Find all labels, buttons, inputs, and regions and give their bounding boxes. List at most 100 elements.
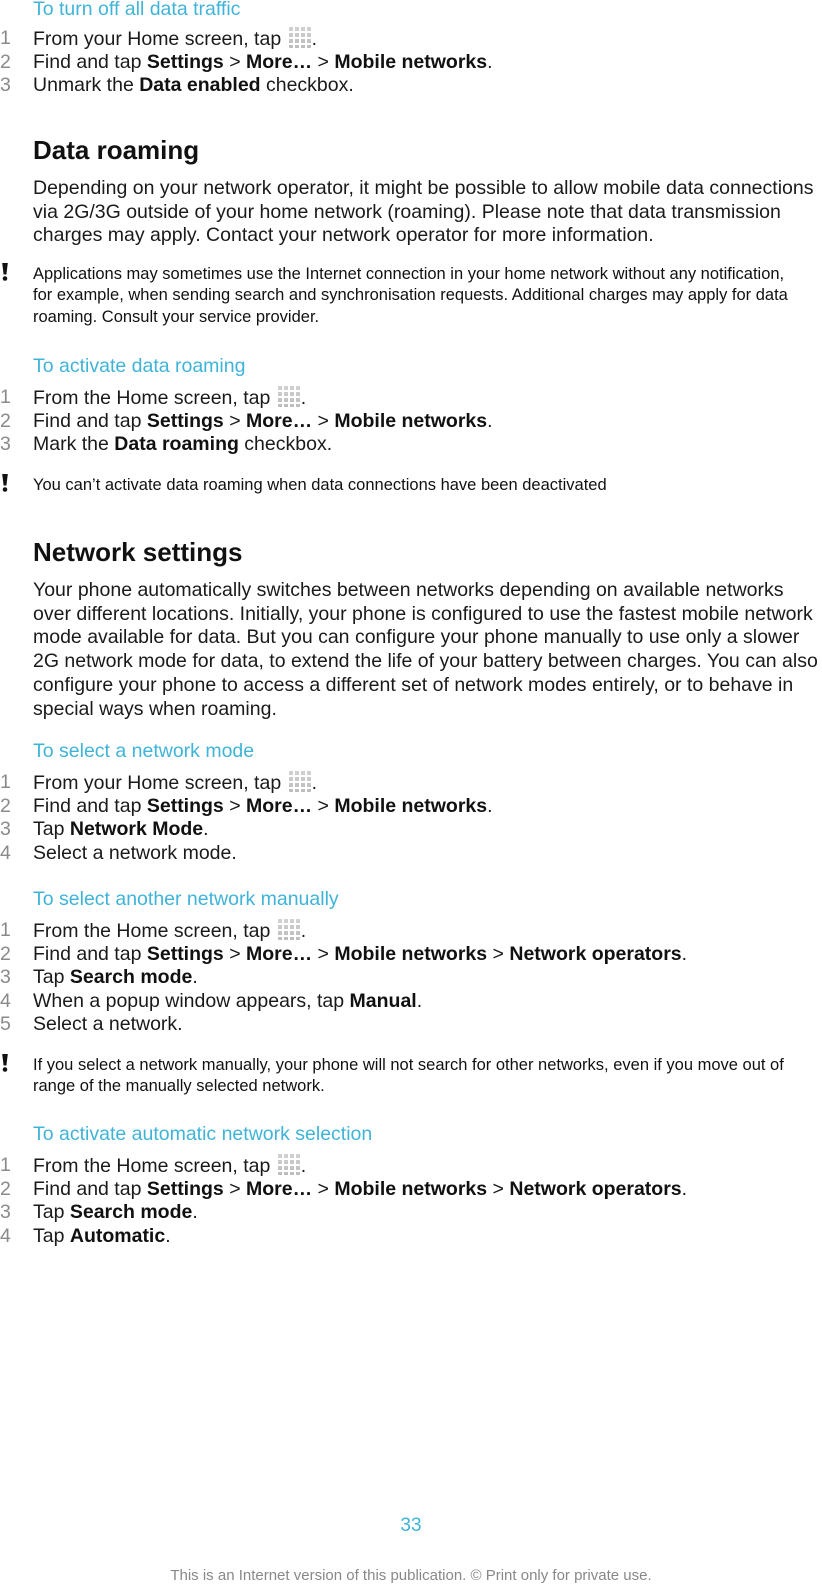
step-item: 2 Find and tap Settings > More… > Mobile … (0, 1178, 822, 1202)
step-number: 3 (0, 433, 11, 455)
exclamation-icon (2, 474, 8, 492)
ui-term: Automatic (69, 1224, 166, 1247)
steps-automatic-network-selection: 1 From the Home screen, tap . 2 Find and ta… (0, 1154, 822, 1248)
ui-term: Data enabled (139, 74, 261, 96)
ui-term: More… (246, 409, 313, 432)
step-item: 1 From the Home screen, tap . (0, 386, 822, 410)
step-number: 3 (0, 1201, 11, 1223)
step-number: 2 (0, 409, 11, 432)
ui-term: Network Mode (69, 818, 204, 840)
ui-term: Network operators (509, 942, 682, 965)
step-text: Tap Automatic. (33, 1224, 171, 1247)
ui-term: Mobile networks (334, 1177, 488, 1200)
step-number: 3 (0, 818, 11, 840)
step-text: Select a network mode. (33, 841, 237, 864)
page-number: 33 (400, 1515, 422, 1536)
step-text: Find and tap Settings > More… > Mobile n… (33, 50, 493, 73)
step-number: 1 (0, 27, 11, 49)
footer-notice: This is an Internet version of this publ… (170, 1567, 652, 1584)
ui-term: Mobile networks (334, 50, 488, 73)
step-item: 2 Find and tap Settings > More… > Mobile … (0, 51, 822, 75)
ui-term: Mobile networks (334, 794, 488, 817)
step-text: When a popup window appears, tap Manual. (33, 989, 423, 1012)
ui-term: Mobile networks (334, 409, 488, 432)
step-text: From the Home screen, tap . (33, 919, 307, 942)
step-number: 1 (0, 1154, 11, 1176)
ui-term: Search mode (69, 966, 193, 988)
ui-term: Settings (146, 409, 224, 432)
step-item: 5 Select a network. (0, 1013, 822, 1037)
step-number: 1 (0, 771, 11, 793)
step-item: 1 From your Home screen, tap . (0, 771, 822, 795)
step-number: 2 (0, 1177, 11, 1200)
step-number: 2 (0, 50, 11, 73)
steps-activate-roaming: 1 From the Home screen, tap . 2 Find and ta… (0, 386, 822, 457)
step-text: Unmark the Data enabled checkbox. (33, 74, 354, 96)
paragraph-network-settings: Your phone automatically switches betwee… (33, 579, 818, 720)
ui-term: More… (246, 50, 313, 73)
note-text: Applications may sometimes use the Inter… (33, 265, 788, 326)
subheading-select-network-mode: To select a network mode (33, 740, 255, 762)
step-number: 1 (0, 386, 11, 408)
ui-term: Network operators (509, 1177, 682, 1200)
apps-grid-icon (277, 919, 300, 940)
step-text: From your Home screen, tap . (33, 771, 318, 794)
step-text: Find and tap Settings > More… > Mobile n… (33, 409, 493, 432)
ui-term: Settings (146, 50, 224, 73)
step-item: 2 Find and tap Settings > More… > Mobile … (0, 943, 822, 967)
ui-term: Manual (349, 989, 417, 1012)
subheading-turn-off-data: To turn off all data traffic (33, 0, 241, 20)
ui-term: More… (246, 794, 313, 817)
step-item: 2 Find and tap Settings > More… > Mobile … (0, 410, 822, 434)
step-text: Select a network. (33, 1013, 183, 1035)
step-text: Find and tap Settings > More… > Mobile n… (33, 1177, 688, 1200)
step-item: 3 Unmark the Data enabled checkbox. (0, 74, 822, 98)
step-item: 1 From the Home screen, tap . (0, 919, 822, 943)
steps-select-network-mode: 1 From your Home screen, tap . 2 Find and t… (0, 771, 822, 865)
heading-network-settings: Network settings (33, 537, 243, 567)
ui-term: Settings (146, 1177, 224, 1200)
ui-term: More… (246, 1177, 313, 1200)
step-number: 3 (0, 74, 11, 96)
apps-grid-icon (288, 27, 311, 48)
paragraph-data-roaming: Depending on your network operator, it m… (33, 177, 814, 247)
step-text: Tap Search mode. (33, 1201, 198, 1223)
steps-select-network-manually: 1 From the Home screen, tap . 2 Find and ta… (0, 919, 822, 1037)
step-item: 1 From your Home screen, tap . (0, 27, 822, 51)
step-number: 5 (0, 1013, 11, 1035)
note-text: If you select a network manually, your p… (33, 1056, 784, 1096)
step-number: 4 (0, 841, 11, 864)
step-item: 3 Mark the Data roaming checkbox. (0, 433, 822, 457)
subheading-activate-roaming: To activate data roaming (33, 355, 246, 377)
step-number: 4 (0, 989, 11, 1012)
step-text: Find and tap Settings > More… > Mobile n… (33, 942, 688, 965)
step-item: 4 Select a network mode. (0, 842, 822, 866)
step-item: 2 Find and tap Settings > More… > Mobile … (0, 795, 822, 819)
steps-turn-off-data: 1 From your Home screen, tap . 2 Find and t… (0, 27, 822, 98)
ui-term: Search mode (69, 1201, 193, 1223)
note-text: You can’t activate data roaming when dat… (33, 476, 607, 494)
heading-data-roaming: Data roaming (33, 135, 200, 165)
step-item: 4 Tap Automatic. (0, 1225, 822, 1249)
ui-term: Mobile networks (334, 942, 488, 965)
step-text: From the Home screen, tap . (33, 1154, 307, 1177)
step-text: Tap Network Mode. (33, 818, 209, 840)
step-number: 3 (0, 966, 11, 988)
step-item: 1 From the Home screen, tap . (0, 1154, 822, 1178)
step-item: 3 Tap Search mode. (0, 966, 822, 990)
step-item: 3 Tap Network Mode. (0, 818, 822, 842)
step-text: Find and tap Settings > More… > Mobile n… (33, 794, 493, 817)
apps-grid-icon (277, 1154, 300, 1175)
subheading-select-network-manually: To select another network manually (33, 888, 339, 910)
step-number: 2 (0, 942, 11, 965)
exclamation-icon (2, 263, 8, 281)
step-number: 1 (0, 919, 11, 941)
step-number: 4 (0, 1224, 11, 1247)
step-number: 2 (0, 794, 11, 817)
step-item: 4 When a popup window appears, tap Manual… (0, 990, 822, 1014)
step-text: From the Home screen, tap . (33, 386, 307, 409)
step-text: From your Home screen, tap . (33, 27, 318, 50)
ui-term: More… (246, 942, 313, 965)
step-text: Mark the Data roaming checkbox. (33, 433, 333, 455)
ui-term: Settings (146, 942, 224, 965)
